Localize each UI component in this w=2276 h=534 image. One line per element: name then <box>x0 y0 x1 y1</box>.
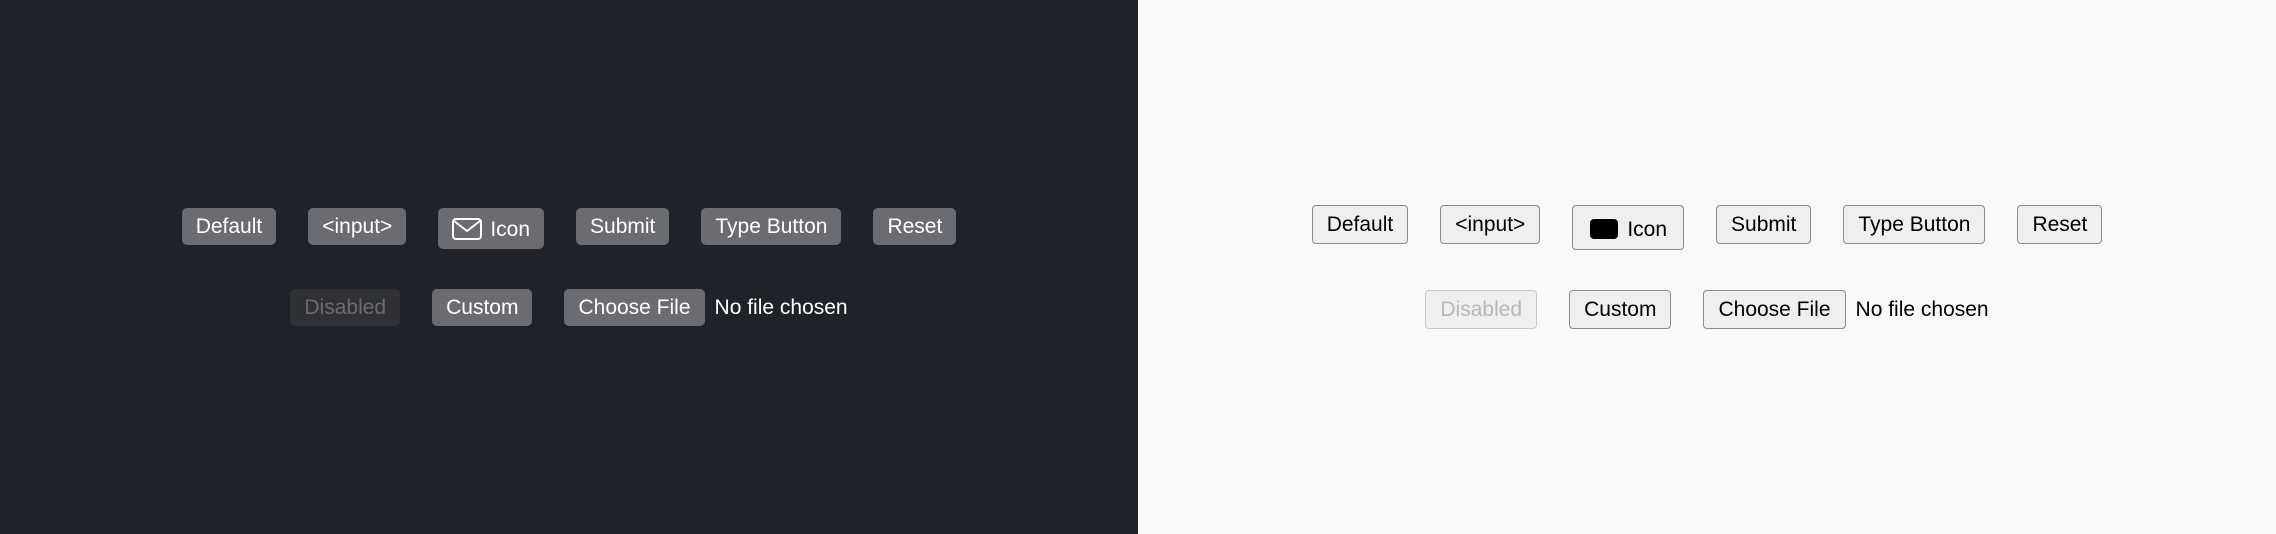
icon-button-label: Icon <box>1627 216 1667 243</box>
default-button[interactable]: Default <box>182 208 277 245</box>
custom-button[interactable]: Custom <box>1569 290 1671 329</box>
choose-file-button[interactable]: Choose File <box>564 289 704 326</box>
type-button[interactable]: Type Button <box>1843 205 1985 244</box>
light-theme-panel: Default <input> Icon Submit Type Button … <box>1138 0 2276 534</box>
reset-button[interactable]: Reset <box>2017 205 2102 244</box>
submit-button[interactable]: Submit <box>576 208 669 245</box>
dark-theme-panel: Default <input> Icon Submit Type Button … <box>0 0 1138 534</box>
file-input-wrapper: Choose File No file chosen <box>1703 290 1988 329</box>
choose-file-button[interactable]: Choose File <box>1703 290 1845 329</box>
custom-button[interactable]: Custom <box>432 289 532 326</box>
button-row-1: Default <input> Icon Submit Type Button … <box>182 208 957 249</box>
input-styled-button[interactable]: <input> <box>1440 205 1540 244</box>
disabled-button: Disabled <box>1425 290 1537 329</box>
type-button[interactable]: Type Button <box>701 208 841 245</box>
solid-icon <box>1589 218 1619 240</box>
file-status-label: No file chosen <box>715 296 848 320</box>
icon-button[interactable]: Icon <box>438 208 544 249</box>
icon-button-label: Icon <box>490 216 530 243</box>
input-styled-button[interactable]: <input> <box>308 208 406 245</box>
icon-button[interactable]: Icon <box>1572 205 1684 250</box>
button-row-1: Default <input> Icon Submit Type Button … <box>1312 205 2103 250</box>
default-button[interactable]: Default <box>1312 205 1409 244</box>
button-row-2: Disabled Custom Choose File No file chos… <box>1425 290 1988 329</box>
envelope-icon <box>452 218 482 240</box>
disabled-button: Disabled <box>290 289 400 326</box>
file-input-wrapper: Choose File No file chosen <box>564 289 847 326</box>
reset-button[interactable]: Reset <box>873 208 956 245</box>
file-status-label: No file chosen <box>1856 298 1989 322</box>
button-row-2: Disabled Custom Choose File No file chos… <box>290 289 847 326</box>
submit-button[interactable]: Submit <box>1716 205 1811 244</box>
